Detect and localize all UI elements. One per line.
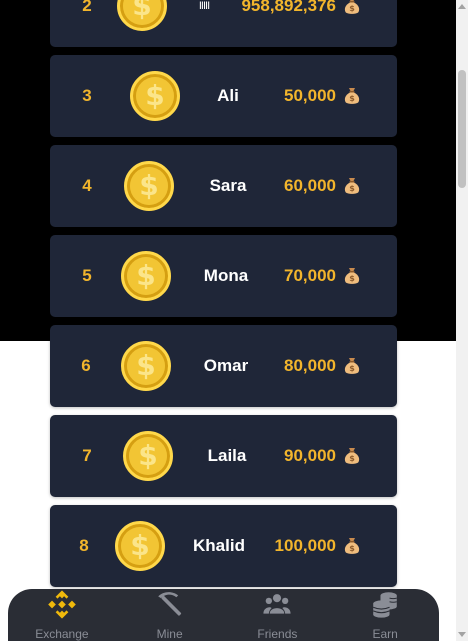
leaderboard-list: 2 $ IIIII 958,892,376 $ 3 $ Ali 50,000 $… [50, 0, 397, 595]
money-bag-icon: $ [344, 358, 360, 374]
nav-item-friends[interactable]: Friends [224, 589, 332, 641]
player-name: Ali [217, 86, 239, 105]
player-amount: 80,000 [284, 356, 336, 375]
nav-label-friends: Friends [257, 627, 298, 641]
coins-stack-icon [373, 592, 398, 618]
bottom-navigation: Exchange Mine Friends Earn [8, 589, 439, 641]
money-bag-icon: $ [344, 0, 360, 14]
dollar-coin-icon: $ [115, 521, 165, 571]
rank-number: 5 [82, 266, 92, 285]
player-amount: 70,000 [284, 266, 336, 285]
friends-icon [263, 594, 291, 614]
vertical-scrollbar[interactable] [456, 0, 468, 641]
scroll-up-arrow-icon[interactable] [458, 4, 466, 9]
svg-text:$: $ [349, 94, 355, 103]
dollar-coin-icon: $ [124, 161, 174, 211]
player-amount: 100,000 [274, 536, 336, 555]
svg-text:$: $ [349, 544, 355, 553]
nav-item-mine[interactable]: Mine [116, 589, 224, 641]
leaderboard-row[interactable]: 4 $ Sara 60,000 $ [50, 145, 397, 227]
leaderboard-row[interactable]: 7 $ Laila 90,000 $ [50, 415, 397, 497]
leaderboard-row[interactable]: 5 $ Mona 70,000 $ [50, 235, 397, 317]
scroll-down-arrow-icon[interactable] [458, 632, 466, 637]
player-name: Omar [203, 356, 249, 375]
leaderboard-row[interactable]: 6 $ Omar 80,000 $ [50, 325, 397, 407]
binance-icon [48, 590, 76, 619]
svg-text:$: $ [349, 184, 355, 193]
money-bag-icon: $ [344, 178, 360, 194]
player-amount: 958,892,376 [241, 0, 336, 15]
dollar-coin-icon: $ [121, 251, 171, 301]
pickaxe-icon [157, 592, 181, 616]
nav-label-exchange: Exchange [35, 627, 89, 641]
player-name: IIIII [198, 0, 210, 12]
rank-number: 6 [81, 356, 91, 375]
svg-text:$: $ [349, 364, 355, 373]
dollar-coin-icon: $ [123, 431, 173, 481]
money-bag-icon: $ [344, 538, 360, 554]
money-bag-icon: $ [344, 448, 360, 464]
money-bag-icon: $ [344, 268, 360, 284]
rank-number: 7 [82, 446, 92, 465]
player-amount: 60,000 [284, 176, 336, 195]
player-name: Laila [207, 446, 247, 465]
scrollbar-thumb[interactable] [458, 70, 466, 188]
money-bag-icon: $ [344, 88, 360, 104]
player-name: Mona [203, 266, 249, 285]
svg-text:$: $ [349, 4, 355, 13]
svg-text:$: $ [349, 274, 355, 283]
svg-text:$: $ [349, 454, 355, 463]
player-name: Sara [209, 176, 247, 195]
dollar-coin-icon: $ [130, 71, 180, 121]
nav-item-earn[interactable]: Earn [331, 589, 439, 641]
nav-label-earn: Earn [372, 627, 398, 641]
nav-label-mine: Mine [156, 627, 183, 641]
rank-number: 3 [82, 86, 92, 105]
dollar-coin-icon: $ [117, 0, 167, 31]
rank-number: 8 [79, 536, 89, 555]
leaderboard-row[interactable]: 2 $ IIIII 958,892,376 $ [50, 0, 397, 47]
rank-number: 4 [82, 176, 92, 195]
leaderboard-row[interactable]: 3 $ Ali 50,000 $ [50, 55, 397, 137]
player-name: Khalid [193, 536, 245, 555]
player-amount: 90,000 [284, 446, 336, 465]
player-amount: 50,000 [284, 86, 336, 105]
dollar-coin-icon: $ [121, 341, 171, 391]
rank-number: 2 [82, 0, 92, 15]
nav-item-exchange[interactable]: Exchange [8, 589, 116, 641]
leaderboard-row[interactable]: 8 $ Khalid 100,000 $ [50, 505, 397, 587]
